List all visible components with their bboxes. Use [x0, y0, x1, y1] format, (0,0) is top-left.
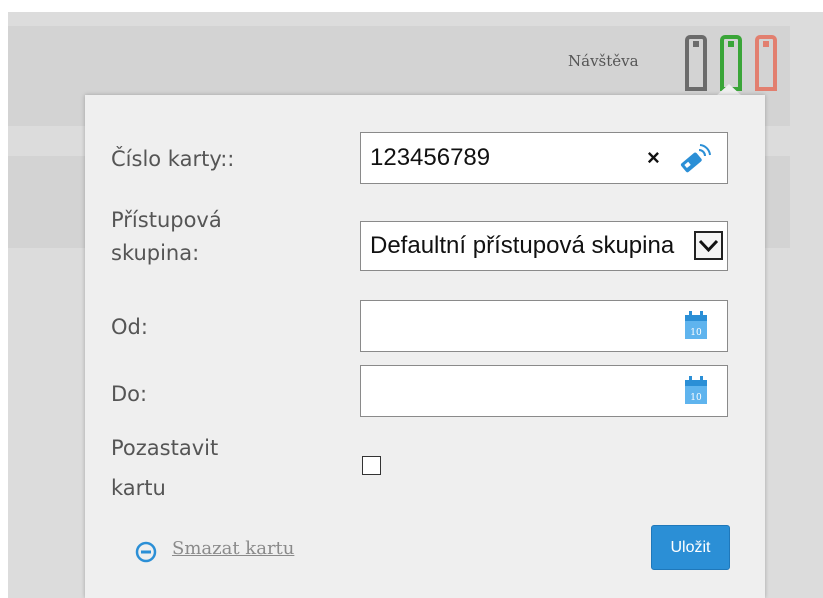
card-number-field[interactable]: 123456789 ×: [360, 132, 728, 184]
calendar-icon[interactable]: 10: [684, 309, 708, 341]
suspend-label-1: Pozastavit: [111, 436, 219, 460]
delete-card-link[interactable]: Smazat kartu: [172, 538, 294, 559]
clear-icon[interactable]: ×: [647, 145, 660, 171]
gray-clip-icon[interactable]: [684, 34, 708, 92]
visit-label: Návštěva: [568, 52, 639, 70]
from-date-field[interactable]: 10: [360, 300, 728, 352]
access-group-select[interactable]: Defaultní přístupová skupina: [360, 221, 728, 271]
calendar-icon[interactable]: 10: [684, 374, 708, 406]
remove-circle-icon[interactable]: [135, 541, 157, 563]
card-number-label: Číslo karty::: [111, 147, 235, 171]
nfc-reader-icon[interactable]: [677, 142, 713, 174]
to-label: Do:: [111, 382, 148, 406]
access-group-label-1: Přístupová: [111, 208, 222, 232]
red-clip-icon[interactable]: [754, 34, 778, 92]
to-date-field[interactable]: 10: [360, 365, 728, 417]
suspend-label-2: kartu: [111, 476, 166, 500]
svg-text:10: 10: [690, 393, 702, 403]
card-popup: Číslo karty:: 123456789 × Přístupová sku…: [85, 95, 765, 598]
from-label: Od:: [111, 315, 148, 339]
suspend-card-checkbox[interactable]: [362, 456, 381, 475]
chevron-down-icon[interactable]: [694, 231, 723, 260]
access-group-label-2: skupina:: [111, 241, 200, 265]
access-group-value: Defaultní přístupová skupina: [370, 232, 675, 259]
save-button[interactable]: Uložit: [651, 525, 730, 570]
card-number-value[interactable]: 123456789: [370, 144, 490, 172]
svg-text:10: 10: [690, 328, 702, 338]
